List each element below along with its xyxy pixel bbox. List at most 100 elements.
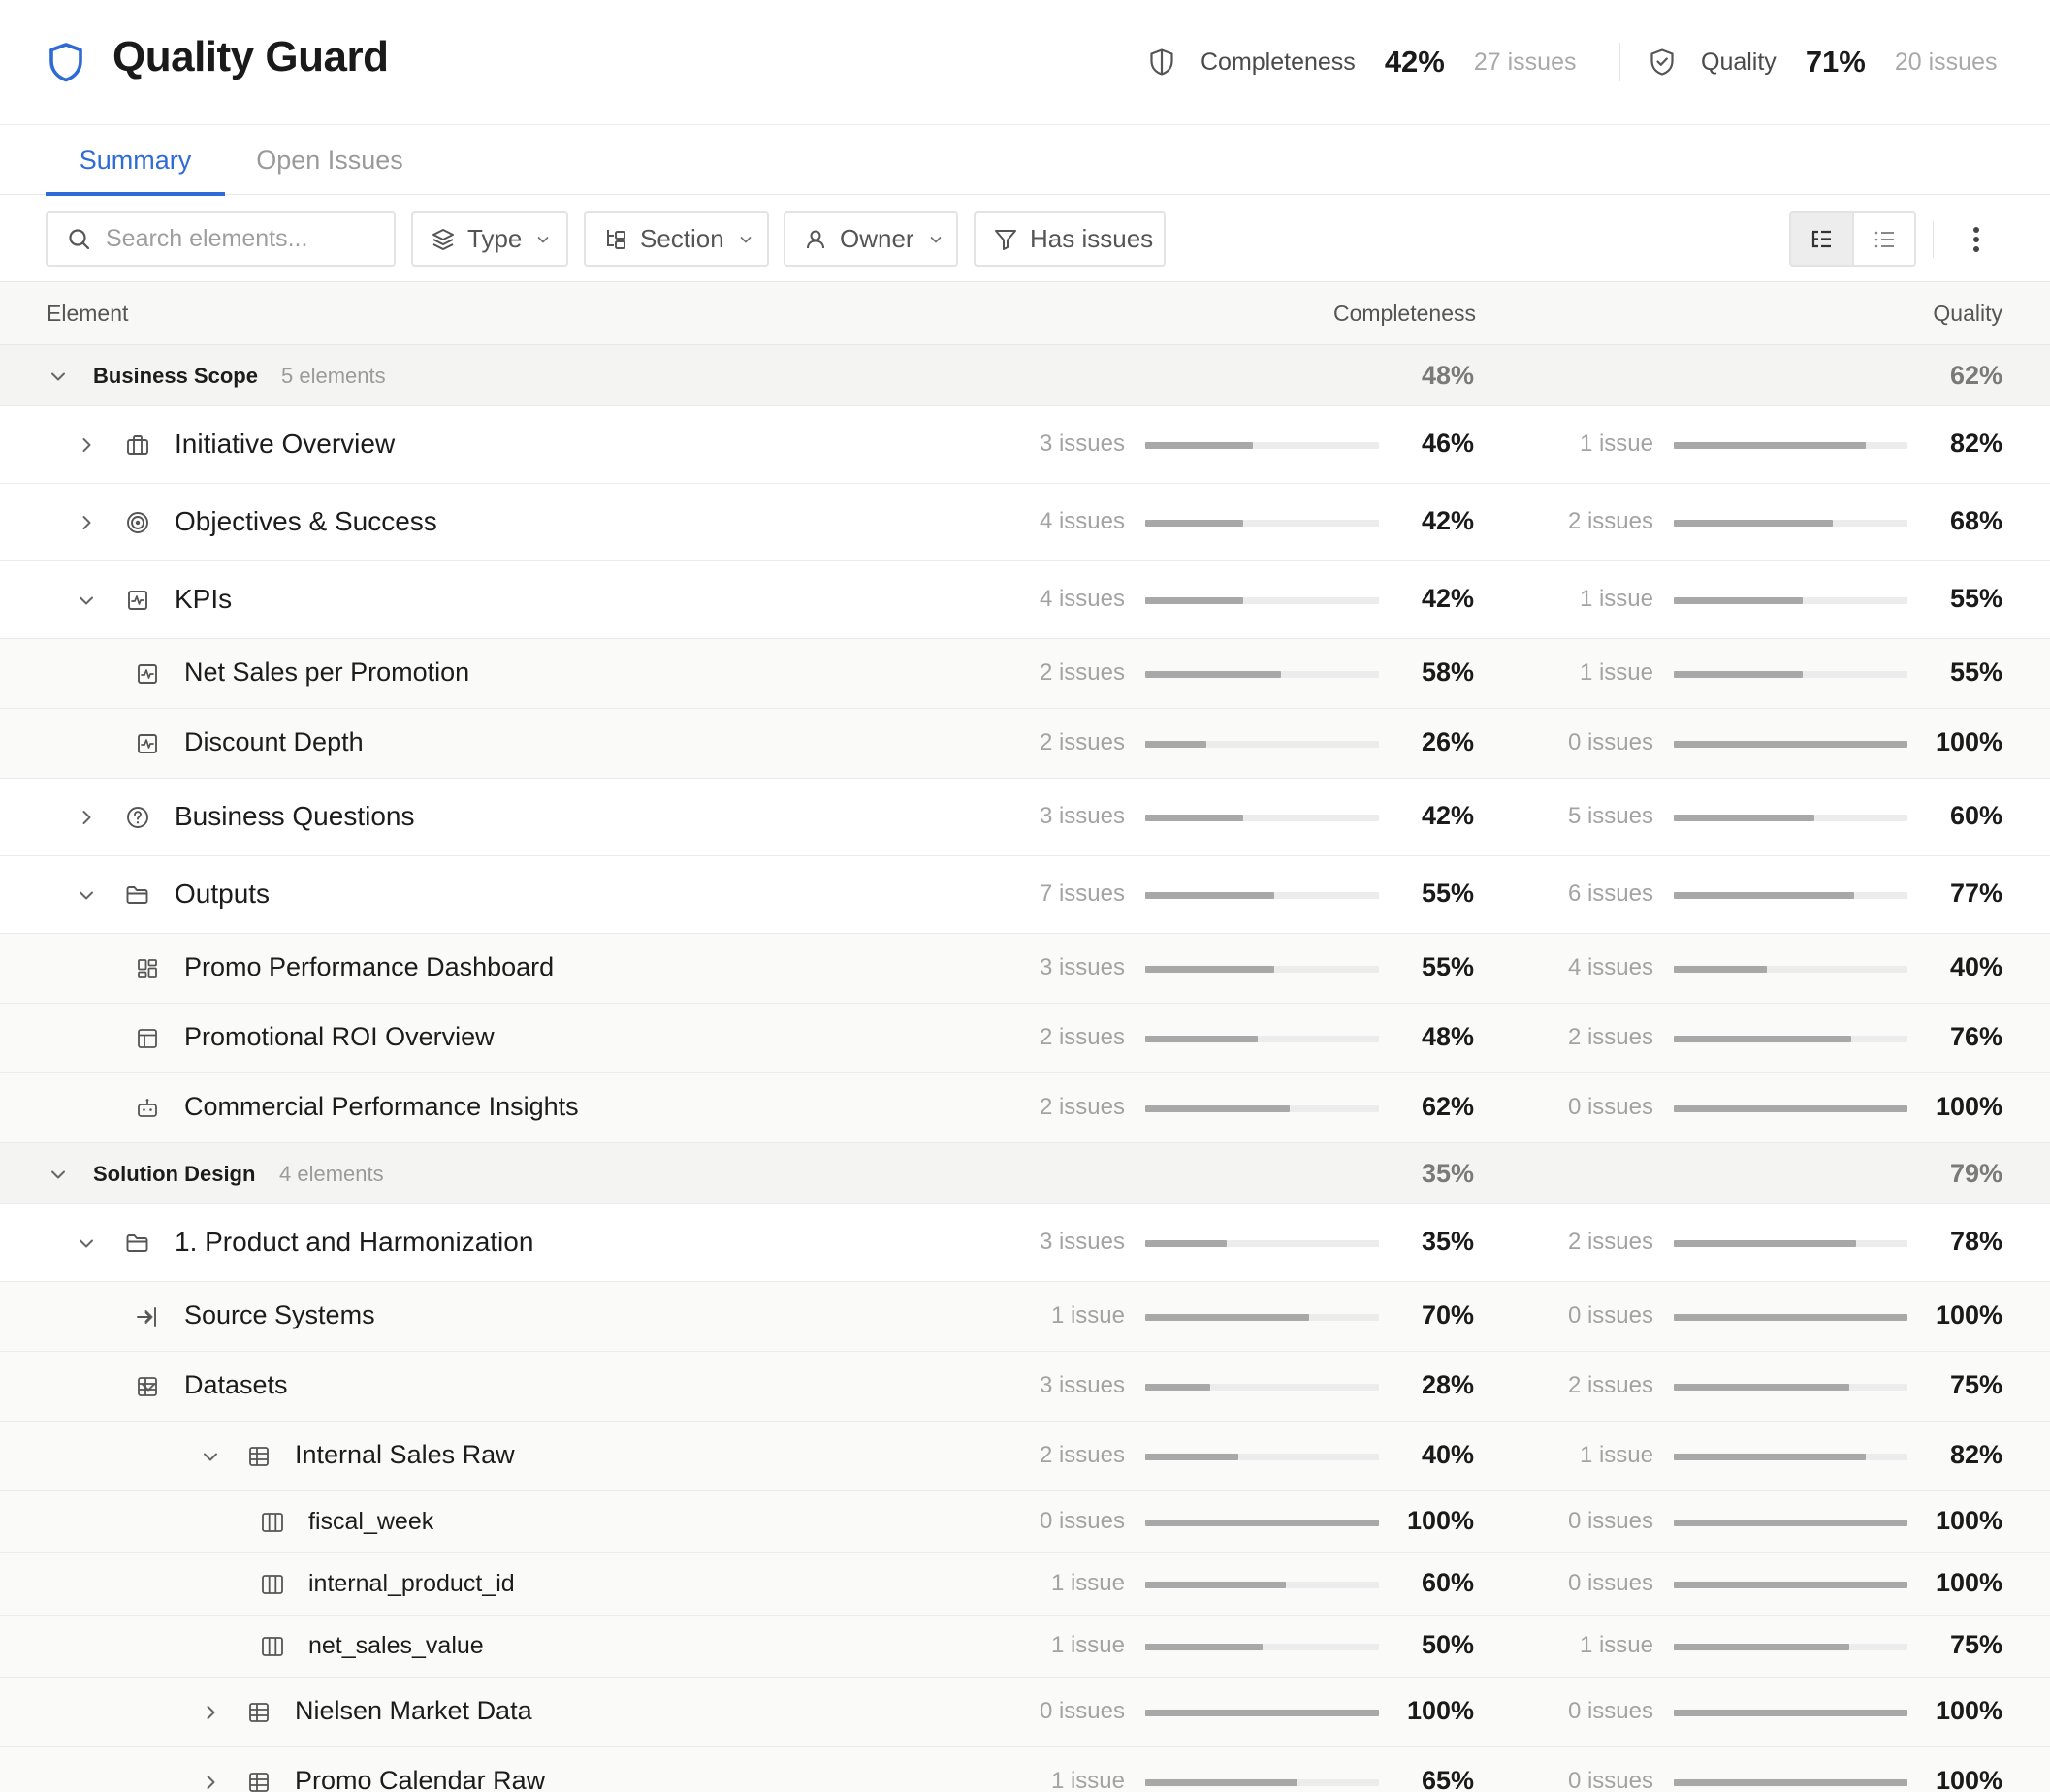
table-row[interactable]: internal_product_id 1 issue 60% 0 issues 100… (0, 1553, 2050, 1616)
completeness-issue-count[interactable]: 2 issues (989, 1094, 1125, 1121)
completeness-issue-count[interactable]: 3 issues (989, 1372, 1125, 1399)
element-name[interactable]: Business Questions (175, 801, 414, 832)
element-name[interactable]: Outputs (175, 879, 270, 910)
table-row[interactable]: KPIs 4 issues 42% 1 issue 55% (0, 561, 2050, 639)
group-header-row[interactable]: Solution Design 4 elements 35% 79% (0, 1143, 2050, 1204)
element-name[interactable]: fiscal_week (308, 1508, 433, 1536)
quality-issue-count[interactable]: 0 issues (1518, 1508, 1653, 1535)
quality-issue-count[interactable]: 5 issues (1518, 803, 1653, 830)
quality-issue-count[interactable]: 2 issues (1518, 1372, 1653, 1399)
element-name[interactable]: KPIs (175, 584, 232, 615)
has-issues-filter[interactable]: Has issues (974, 211, 1166, 267)
quality-issue-count[interactable]: 0 issues (1518, 1698, 1653, 1725)
quality-issue-count[interactable]: 1 issue (1518, 586, 1653, 613)
element-name[interactable]: Nielsen Market Data (295, 1696, 532, 1726)
quality-issue-count[interactable]: 1 issue (1518, 659, 1653, 687)
table-row[interactable]: Nielsen Market Data 0 issues 100% 0 issues 1… (0, 1678, 2050, 1747)
type-filter[interactable]: Type (411, 211, 568, 267)
collapse-chevron-icon[interactable] (46, 1162, 71, 1187)
element-name[interactable]: Net Sales per Promotion (184, 657, 469, 688)
completeness-issue-count[interactable]: 0 issues (989, 1698, 1125, 1725)
completeness-issue-count[interactable]: 3 issues (989, 1229, 1125, 1256)
quality-issue-count[interactable]: 2 issues (1518, 1024, 1653, 1051)
table-row[interactable]: Objectives & Success 4 issues 42% 2 issues 6… (0, 484, 2050, 561)
table-row[interactable]: fiscal_week 0 issues 100% 0 issues 100% (0, 1491, 2050, 1553)
column-header-completeness[interactable]: Completeness (1261, 282, 1476, 345)
tab-summary[interactable]: Summary (46, 125, 225, 196)
quality-issue-count[interactable]: 0 issues (1518, 729, 1653, 756)
completeness-issue-count[interactable]: 3 issues (989, 954, 1125, 981)
table-row[interactable]: 1. Product and Harmonization 3 issues 35% 2… (0, 1204, 2050, 1282)
completeness-issue-count[interactable]: 2 issues (989, 729, 1125, 756)
element-name[interactable]: Commercial Performance Insights (184, 1092, 579, 1122)
completeness-issue-count[interactable]: 2 issues (989, 659, 1125, 687)
quality-issue-count[interactable]: 2 issues (1518, 1229, 1653, 1256)
table-row[interactable]: Promo Calendar Raw 1 issue 65% 0 issues 100% (0, 1747, 2050, 1792)
element-name[interactable]: Datasets (184, 1370, 288, 1400)
completeness-issue-count[interactable]: 2 issues (989, 1442, 1125, 1469)
expand-chevron-icon[interactable] (198, 1770, 223, 1792)
table-row[interactable]: Promo Performance Dashboard 3 issues 55% 4 … (0, 934, 2050, 1004)
table-row[interactable]: Internal Sales Raw 2 issues 40% 1 issue 82% (0, 1422, 2050, 1491)
element-name[interactable]: net_sales_value (308, 1632, 484, 1660)
quality-issue-count[interactable]: 1 issue (1518, 431, 1653, 458)
element-name[interactable]: Promo Calendar Raw (295, 1766, 545, 1792)
table-row[interactable]: Discount Depth 2 issues 26% 0 issues 100% (0, 709, 2050, 779)
element-name[interactable]: Source Systems (184, 1300, 375, 1330)
completeness-issue-count[interactable]: 0 issues (989, 1508, 1125, 1535)
quality-issue-count[interactable]: 0 issues (1518, 1570, 1653, 1597)
table-row[interactable]: Net Sales per Promotion 2 issues 58% 1 issu… (0, 639, 2050, 709)
completeness-issue-count[interactable]: 7 issues (989, 880, 1125, 908)
tree-view-button[interactable] (1791, 213, 1852, 265)
table-row[interactable]: net_sales_value 1 issue 50% 1 issue 75% (0, 1616, 2050, 1678)
element-name[interactable]: Objectives & Success (175, 506, 437, 537)
expand-chevron-icon[interactable] (74, 510, 99, 535)
completeness-issue-count[interactable]: 4 issues (989, 508, 1125, 535)
collapse-chevron-icon[interactable] (74, 1231, 99, 1256)
collapse-chevron-icon[interactable] (198, 1444, 223, 1469)
element-name[interactable]: Promo Performance Dashboard (184, 952, 554, 982)
tab-open-issues[interactable]: Open Issues (239, 125, 421, 195)
element-name[interactable]: Promotional ROI Overview (184, 1022, 495, 1052)
quality-issue-count[interactable]: 1 issue (1518, 1632, 1653, 1659)
table-row[interactable]: Datasets 3 issues 28% 2 issues 75% (0, 1352, 2050, 1422)
completeness-issue-count[interactable]: 1 issue (989, 1302, 1125, 1329)
quality-issue-count[interactable]: 0 issues (1518, 1094, 1653, 1121)
table-row[interactable]: Business Questions 3 issues 42% 5 issues 60% (0, 779, 2050, 856)
expand-chevron-icon[interactable] (198, 1700, 223, 1725)
completeness-issue-count[interactable]: 4 issues (989, 586, 1125, 613)
quality-issue-count[interactable]: 1 issue (1518, 1442, 1653, 1469)
expand-chevron-icon[interactable] (74, 432, 99, 458)
table-row[interactable]: Outputs 7 issues 55% 6 issues 77% (0, 856, 2050, 934)
completeness-issue-count[interactable]: 2 issues (989, 1024, 1125, 1051)
expand-chevron-icon[interactable] (74, 805, 99, 830)
quality-issue-count[interactable]: 2 issues (1518, 508, 1653, 535)
element-name[interactable]: Discount Depth (184, 727, 364, 757)
element-name[interactable]: 1. Product and Harmonization (175, 1227, 533, 1258)
table-row[interactable]: Commercial Performance Insights 2 issues 6… (0, 1073, 2050, 1143)
collapse-chevron-icon[interactable] (74, 882, 99, 908)
quality-issue-count[interactable]: 0 issues (1518, 1302, 1653, 1329)
completeness-issue-count[interactable]: 1 issue (989, 1632, 1125, 1659)
group-header-row[interactable]: Business Scope 5 elements 48% 62% (0, 345, 2050, 406)
table-row[interactable]: Initiative Overview 3 issues 46% 1 issue 82% (0, 406, 2050, 484)
collapse-chevron-icon[interactable] (46, 364, 71, 389)
quality-issue-count[interactable]: 6 issues (1518, 880, 1653, 908)
element-name[interactable]: internal_product_id (308, 1570, 515, 1598)
table-row[interactable]: Promotional ROI Overview 2 issues 48% 2 iss… (0, 1004, 2050, 1073)
collapse-chevron-icon[interactable] (74, 588, 99, 613)
completeness-issue-count[interactable]: 3 issues (989, 431, 1125, 458)
flat-list-button[interactable] (1851, 213, 1915, 265)
element-name[interactable]: Initiative Overview (175, 429, 395, 460)
quality-issue-count[interactable]: 0 issues (1518, 1768, 1653, 1792)
column-header-quality[interactable]: Quality (1746, 282, 2002, 345)
completeness-issue-count[interactable]: 1 issue (989, 1768, 1125, 1792)
owner-filter[interactable]: Owner (784, 211, 958, 267)
quality-issue-count[interactable]: 4 issues (1518, 954, 1653, 981)
search-input[interactable] (106, 225, 387, 253)
section-filter[interactable]: Section (584, 211, 769, 267)
completeness-issue-count[interactable]: 1 issue (989, 1570, 1125, 1597)
completeness-issue-count[interactable]: 3 issues (989, 803, 1125, 830)
table-row[interactable]: Source Systems 1 issue 70% 0 issues 100% (0, 1282, 2050, 1352)
more-options-button[interactable] (1959, 221, 1994, 258)
